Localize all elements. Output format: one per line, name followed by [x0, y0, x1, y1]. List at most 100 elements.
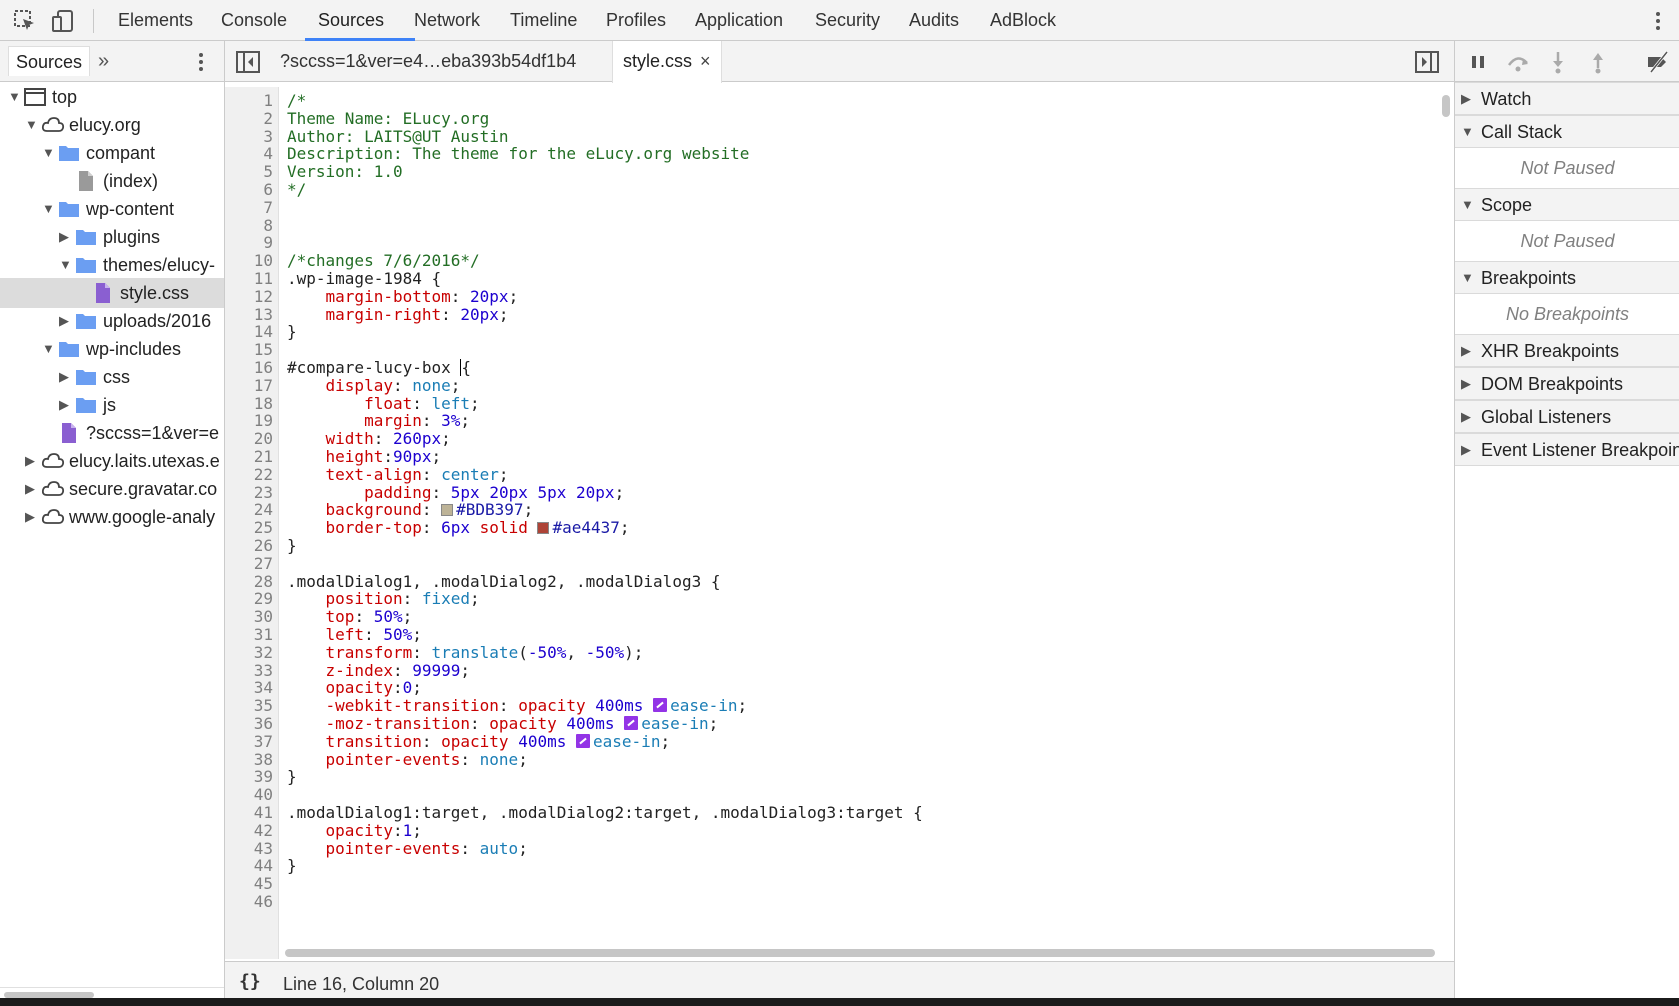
section-global-listeners[interactable]: ▶ Global Listeners — [1455, 400, 1679, 433]
tree-item[interactable]: ▼ themes/elucy- — [0, 250, 224, 280]
line-number[interactable]: 9 — [225, 233, 273, 252]
line-number[interactable]: 27 — [225, 554, 273, 573]
code-line[interactable]: 42 opacity:1; — [225, 821, 1440, 840]
tree-item[interactable]: ▼ wp-content — [0, 194, 224, 224]
line-number[interactable]: 39 — [225, 767, 273, 786]
line-number[interactable]: 29 — [225, 589, 273, 608]
toggle-debugger-icon[interactable] — [1415, 51, 1439, 73]
line-number[interactable]: 44 — [225, 856, 273, 875]
line-number[interactable]: 6 — [225, 180, 273, 199]
code-line[interactable]: 17 display: none; — [225, 376, 1440, 395]
expanded-triangle-icon[interactable]: ▼ — [59, 250, 73, 280]
line-number[interactable]: 37 — [225, 732, 273, 751]
line-number[interactable]: 13 — [225, 305, 273, 324]
code-line[interactable]: 16 #compare-lucy-box { — [225, 358, 1440, 377]
step-over-icon[interactable] — [1505, 49, 1531, 75]
tree-item[interactable]: ▶ plugins — [0, 222, 224, 252]
code-line[interactable]: 32 transform: translate(-50%, -50%); — [225, 643, 1440, 662]
section-call-stack[interactable]: ▼ Call Stack — [1455, 115, 1679, 148]
line-number[interactable]: 11 — [225, 269, 273, 288]
code-line[interactable]: 36 -moz-transition: opacity 400ms ease-i… — [225, 714, 1440, 733]
code-line[interactable]: 24 background: #BDB397; — [225, 500, 1440, 519]
line-number[interactable]: 4 — [225, 144, 273, 163]
inspect-element-icon[interactable] — [12, 8, 38, 34]
color-swatch[interactable] — [537, 522, 550, 535]
code-line[interactable]: 9 — [225, 233, 1440, 252]
code-line[interactable]: 26} — [225, 536, 1440, 555]
tree-item[interactable]: ▼ compant — [0, 138, 224, 168]
code-line[interactable]: 15 — [225, 340, 1440, 359]
code-line[interactable]: 11 .wp-image-1984 { — [225, 269, 1440, 288]
step-into-icon[interactable] — [1545, 49, 1571, 75]
code-line[interactable]: 4 Description: The theme for the eLucy.or… — [225, 144, 1440, 163]
expanded-triangle-icon[interactable]: ▼ — [42, 334, 56, 364]
code-line[interactable]: 41 .modalDialog1:target, .modalDialog2:ta… — [225, 803, 1440, 822]
tab-console[interactable]: Console — [221, 0, 287, 41]
code-line[interactable]: 19 margin: 3%; — [225, 411, 1440, 430]
code-line[interactable]: 29 position: fixed; — [225, 589, 1440, 608]
tab-adblock[interactable]: AdBlock — [990, 0, 1056, 41]
line-number[interactable]: 22 — [225, 465, 273, 484]
tab-network[interactable]: Network — [414, 0, 480, 41]
code-line[interactable]: 35 -webkit-transition: opacity 400ms eas… — [225, 696, 1440, 715]
line-number[interactable]: 26 — [225, 536, 273, 555]
line-number[interactable]: 8 — [225, 216, 273, 235]
line-number[interactable]: 21 — [225, 447, 273, 466]
line-number[interactable]: 31 — [225, 625, 273, 644]
line-number[interactable]: 45 — [225, 874, 273, 893]
code-line[interactable]: 14} — [225, 322, 1440, 341]
code-line[interactable]: 37 transition: opacity 400ms ease-in; — [225, 732, 1440, 751]
code-line[interactable]: 44} — [225, 856, 1440, 875]
line-number[interactable]: 43 — [225, 839, 273, 858]
code-line[interactable]: 28 .modalDialog1, .modalDialog2, .modalDi… — [225, 572, 1440, 591]
line-number[interactable]: 2 — [225, 109, 273, 128]
code-line[interactable]: 18 float: left; — [225, 394, 1440, 413]
tab-profiles[interactable]: Profiles — [606, 0, 666, 41]
more-tabs-icon[interactable]: » — [98, 50, 109, 73]
navigator-menu-icon[interactable] — [196, 51, 206, 73]
line-number[interactable]: 24 — [225, 500, 273, 519]
deactivate-breakpoints-icon[interactable] — [1645, 49, 1671, 75]
expanded-triangle-icon[interactable]: ▼ — [1461, 189, 1474, 221]
tab-security[interactable]: Security — [815, 0, 880, 41]
section-xhr-breakpoints[interactable]: ▶ XHR Breakpoints — [1455, 334, 1679, 367]
collapsed-triangle-icon[interactable]: ▶ — [1461, 434, 1471, 466]
customize-menu-icon[interactable] — [1648, 10, 1668, 32]
step-out-icon[interactable] — [1585, 49, 1611, 75]
tree-item[interactable]: ▶ www.google-analy — [0, 502, 224, 532]
code-line[interactable]: 34 opacity:0; — [225, 678, 1440, 697]
collapsed-triangle-icon[interactable]: ▶ — [1461, 368, 1471, 400]
collapsed-triangle-icon[interactable]: ▶ — [59, 222, 73, 252]
code-line[interactable]: 8 — [225, 216, 1440, 235]
line-number[interactable]: 41 — [225, 803, 273, 822]
line-number[interactable]: 5 — [225, 162, 273, 181]
toggle-navigator-icon[interactable] — [236, 51, 260, 73]
tree-item[interactable]: ▼ wp-includes — [0, 334, 224, 364]
line-number[interactable]: 20 — [225, 429, 273, 448]
section-watch[interactable]: ▶ Watch — [1455, 82, 1679, 115]
tree-item[interactable]: ▼ elucy.org — [0, 110, 224, 140]
section-dom-breakpoints[interactable]: ▶ DOM Breakpoints — [1455, 367, 1679, 400]
tree-item[interactable]: ▶ uploads/2016 — [0, 306, 224, 336]
line-number[interactable]: 1 — [225, 91, 273, 110]
pretty-print-button[interactable]: {} — [239, 971, 261, 992]
tab-audits[interactable]: Audits — [909, 0, 959, 41]
line-number[interactable]: 14 — [225, 322, 273, 341]
code-line[interactable]: 6 */ — [225, 180, 1440, 199]
tab-application[interactable]: Application — [695, 0, 783, 41]
tree-item[interactable]: ▶ css — [0, 362, 224, 392]
tree-item[interactable]: style.css — [0, 278, 224, 308]
line-number[interactable]: 3 — [225, 127, 273, 146]
expanded-triangle-icon[interactable]: ▼ — [25, 110, 39, 140]
line-number[interactable]: 42 — [225, 821, 273, 840]
line-number[interactable]: 34 — [225, 678, 273, 697]
line-number[interactable]: 25 — [225, 518, 273, 537]
code-line[interactable]: 13 margin-right: 20px; — [225, 305, 1440, 324]
editor-horizontal-scrollbar[interactable] — [285, 949, 1435, 957]
line-number[interactable]: 32 — [225, 643, 273, 662]
code-area[interactable]: 1 /* 2 Theme Name: ELucy.org 3 Author: LAITS@… — [225, 87, 1440, 959]
line-number[interactable]: 18 — [225, 394, 273, 413]
line-number[interactable]: 38 — [225, 750, 273, 769]
code-line[interactable]: 22 text-align: center; — [225, 465, 1440, 484]
code-line[interactable]: 31 left: 50%; — [225, 625, 1440, 644]
